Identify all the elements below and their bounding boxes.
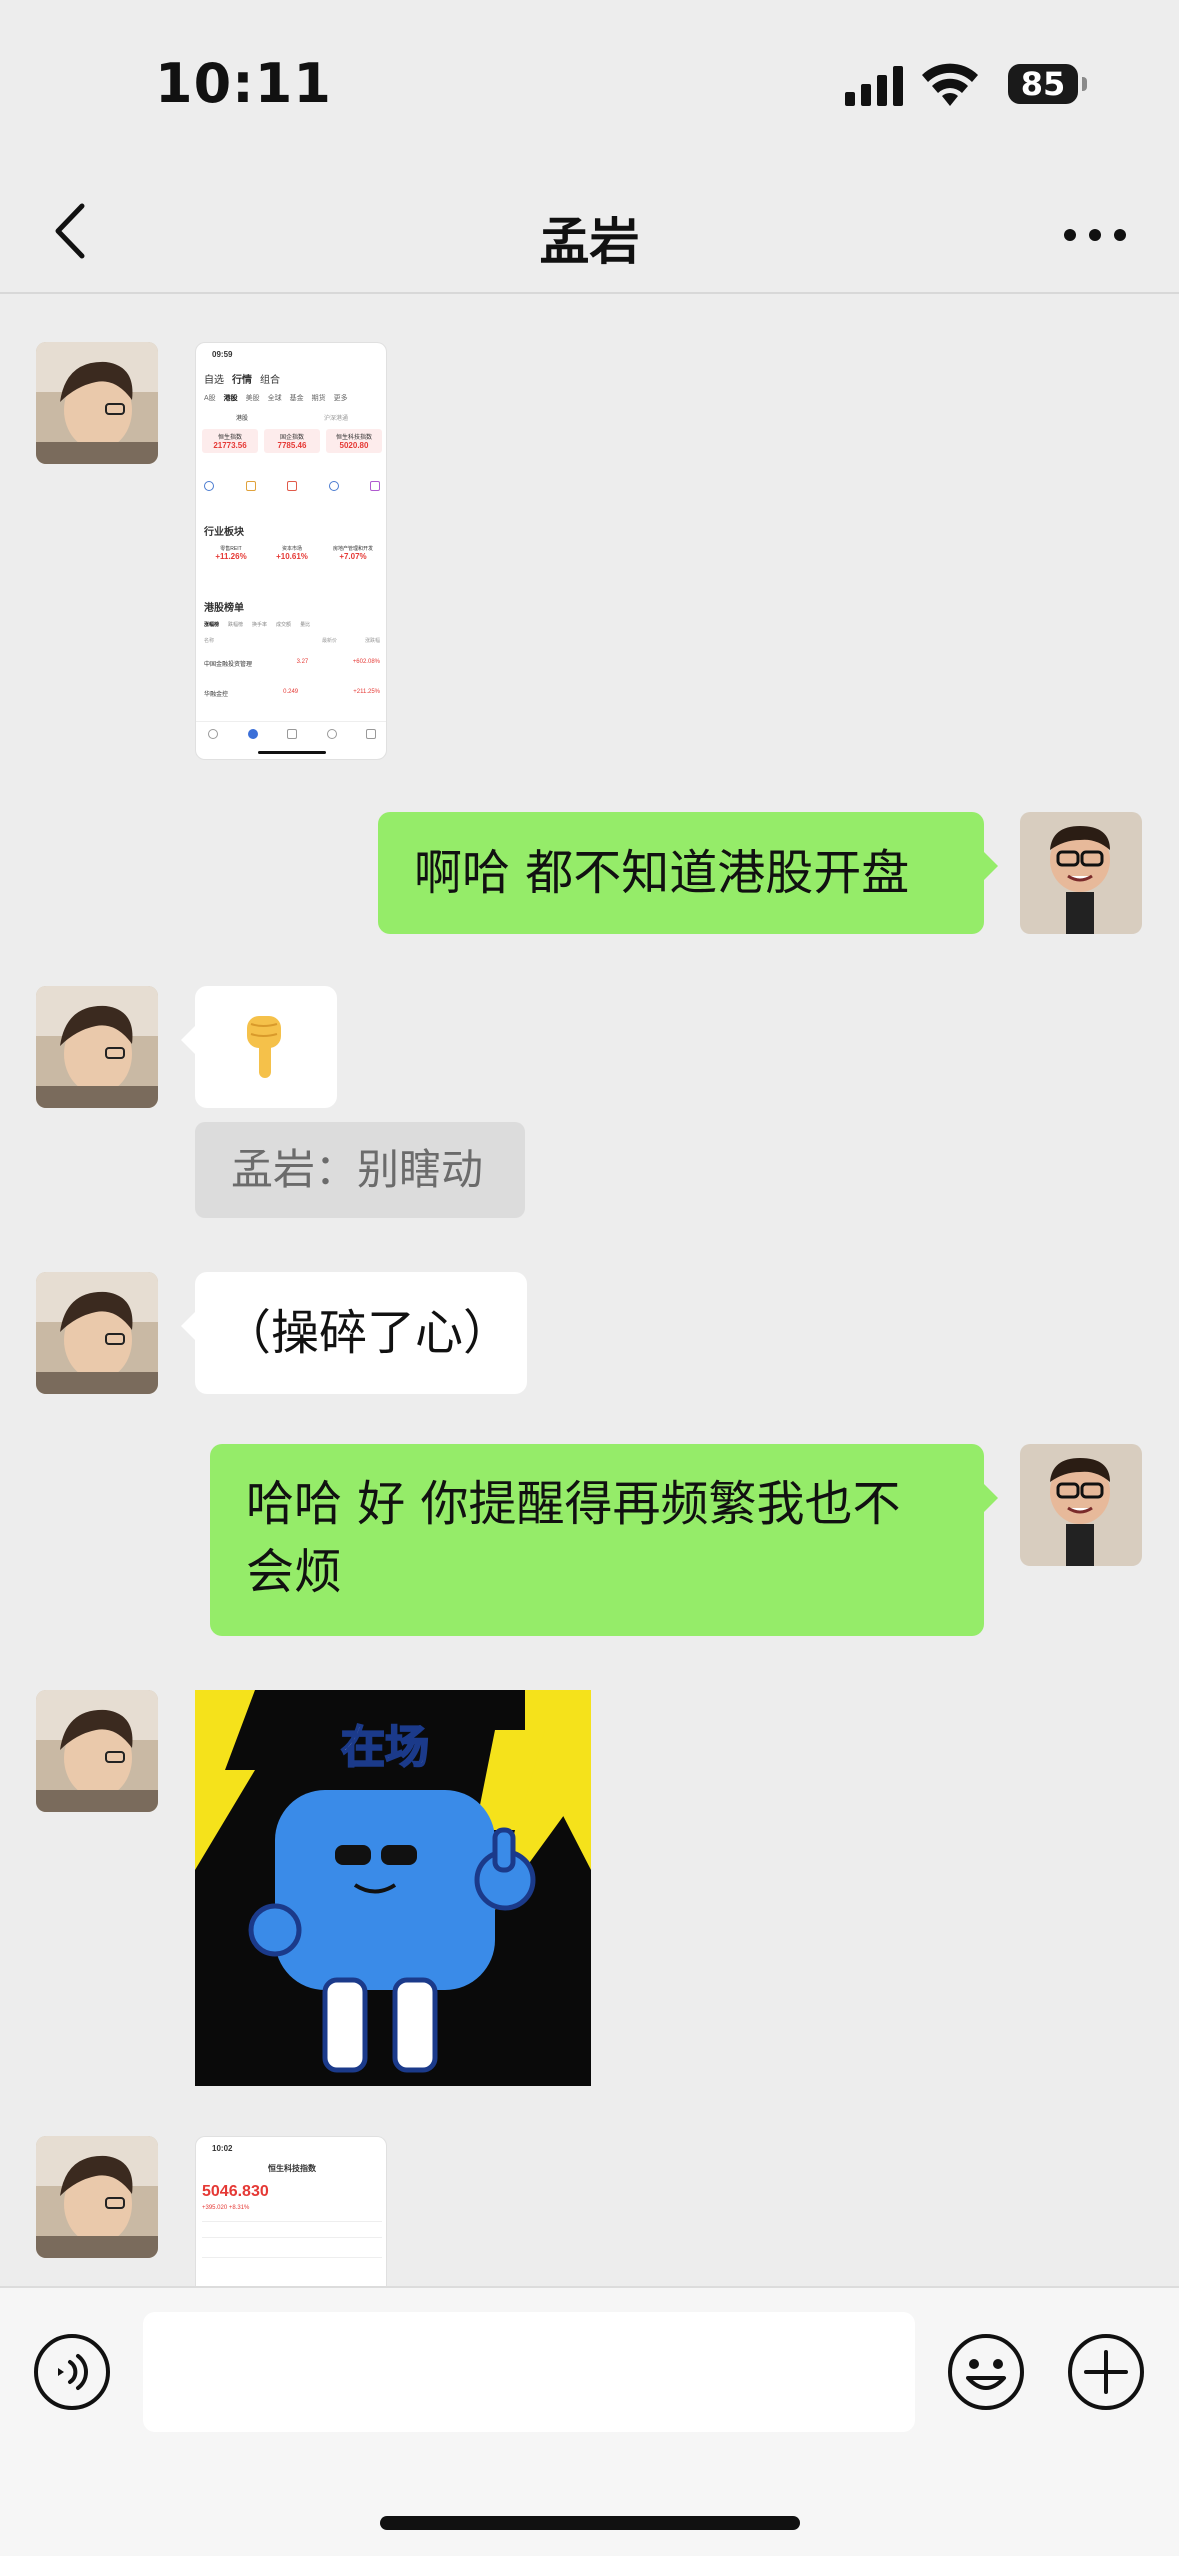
screenshot-tab: 自选 [204,375,224,386]
plus-icon[interactable] [1066,2332,1146,2412]
industry-pct: +7.07% [339,552,367,561]
message-bubble-incoming[interactable]: （操碎了心） [181,1272,527,1394]
screenshot-time: 09:59 [212,350,233,359]
sticker-image[interactable]: 在场 [195,1690,591,2086]
industry-name: 零售REIT [220,546,242,552]
screenshot-rank-row: 中国金融投资管理 3.27 +602.08% [204,659,380,668]
screenshot-title: 恒生科技指数 [268,2164,316,2173]
rank-header: 名称 [204,638,215,644]
index-card: 国企指数 7785.46 [264,429,320,453]
status-bar: 10:11 85 [0,0,1179,170]
screenshot-rank-row: 华融金控 0.249 +211.25% [204,689,380,698]
status-time: 10:11 [155,52,332,115]
rank-tab: 量比 [300,622,311,628]
contact-avatar[interactable] [36,342,158,464]
screenshot-tabbar [208,729,376,739]
more-icon[interactable] [1060,220,1130,250]
index-card: 恒生指数 21773.56 [202,429,258,453]
contact-avatar[interactable] [36,986,158,1108]
screenshot-tabs: 自选 行情 组合 [204,371,280,386]
industry-pct: +11.26% [215,552,247,561]
rank-tab: 涨幅榜 [204,622,220,628]
screenshot-tab: 组合 [260,375,280,386]
message-bubble-outgoing[interactable]: 哈哈 好 你提醒得再频繁我也不会烦 [210,1444,998,1636]
screenshot-market: 基金 [289,395,304,402]
rank-price: 0.249 [283,689,299,695]
screenshot-rank-headers: 名称 最新价 涨跌幅 [204,637,380,644]
industry-pct: +10.61% [276,552,308,561]
input-bar [0,2286,1179,2556]
sticker-art: 在场 [195,1690,591,2073]
sticker-text: 在场 [341,1722,429,1773]
index-name: 恒生科技指数 [335,435,372,441]
screenshot-market: 期货 [311,395,326,402]
industry-item: 零售REIT +11.26% [202,545,260,561]
index-value: 7785.46 [277,441,307,450]
rank-price: 3.27 [296,659,309,665]
nav-bar: 孟岩 [0,170,1179,294]
screenshot-industries: 零售REIT +11.26% 资本市场 +10.61% 房地产管理和开发 +7.… [202,545,382,561]
rank-pct: +211.25% [353,689,380,695]
index-value: 21773.56 [213,441,247,450]
rank-name: 中国金融投资管理 [204,662,253,668]
battery-indicator: 85 [1008,64,1087,104]
emoji-icon[interactable] [946,2332,1026,2412]
screenshot-index-change: +395.020 +8.31% [202,2205,250,2211]
message-input[interactable] [143,2312,915,2432]
self-avatar[interactable] [1020,1444,1142,1566]
screenshot-rank-tabs: 涨幅榜 跌幅榜 换手率 成交额 量比 [204,621,310,628]
message-text: （操碎了心） [223,1305,512,1361]
index-name: 恒生指数 [217,435,242,441]
index-card: 恒生科技指数 5020.80 [326,429,382,453]
screenshot-section-rank: 港股榜单 [204,603,244,614]
home-indicator [380,2516,800,2530]
message-bubble-incoming[interactable] [181,986,337,1108]
industry-name: 房地产管理和开发 [332,546,373,552]
rank-tab: 换手率 [252,622,268,628]
contact-avatar[interactable] [36,1690,158,1812]
screenshot-image[interactable]: 10:02 恒生科技指数 5046.830 +395.020 +8.31% [195,2136,387,2286]
point-down-emoji-icon [247,1016,281,1078]
rank-pct: +602.08% [352,659,380,665]
message-bubble-outgoing[interactable]: 啊哈 都不知道港股开盘 [378,812,998,934]
screenshot-index-value: 5046.830 [202,2183,269,2200]
message-text: 啊哈 都不知道港股开盘 [414,845,910,901]
screenshot-time: 10:02 [212,2144,233,2153]
rank-header: 涨跌幅 [364,638,380,644]
screenshot-image[interactable]: 09:59 自选 行情 组合 A股 港股 美股 全球 基金 期货 更多 港股 沪… [195,342,387,760]
voice-icon[interactable] [32,2332,112,2412]
index-value: 5020.80 [339,441,369,450]
rank-name: 华融金控 [204,692,229,698]
screenshot-market: A股 [204,395,216,402]
screenshot-subtab: 港股 [236,416,249,422]
contact-avatar[interactable] [36,1272,158,1394]
screenshot-subtab: 沪深港通 [324,416,349,422]
rank-tab: 跌幅榜 [228,622,244,628]
screenshot-tab: 行情 [232,375,252,386]
quote-reply[interactable]: 孟岩：别瞎动 [195,1122,525,1218]
industry-name: 资本市场 [281,546,302,552]
screenshot-market: 港股 [223,395,238,402]
signal-icon [845,66,903,106]
screenshot-market: 美股 [245,395,260,402]
screenshot-market: 全球 [267,395,282,402]
screenshot-shortcut-icons [204,481,380,491]
industry-item: 资本市场 +10.61% [263,545,321,561]
screenshot-section-industry: 行业板块 [204,527,244,538]
screenshot-market: 更多 [333,395,348,402]
message-text: 哈哈 好 你提醒得再频繁我也不会烦 [246,1476,901,1600]
screenshot-indices: 恒生指数 21773.56 国企指数 7785.46 恒生科技指数 5020.8… [202,429,382,453]
rank-header: 最新价 [321,638,337,644]
wifi-icon [922,63,978,106]
contact-avatar[interactable] [36,2136,158,2258]
rank-tab: 成交额 [276,622,292,628]
self-avatar[interactable] [1020,812,1142,934]
screenshot-markets: A股 港股 美股 全球 基金 期货 更多 [204,393,348,403]
index-name: 国企指数 [279,435,304,441]
industry-item: 房地产管理和开发 +7.07% [324,545,382,561]
chat-title: 孟岩 [539,213,640,271]
